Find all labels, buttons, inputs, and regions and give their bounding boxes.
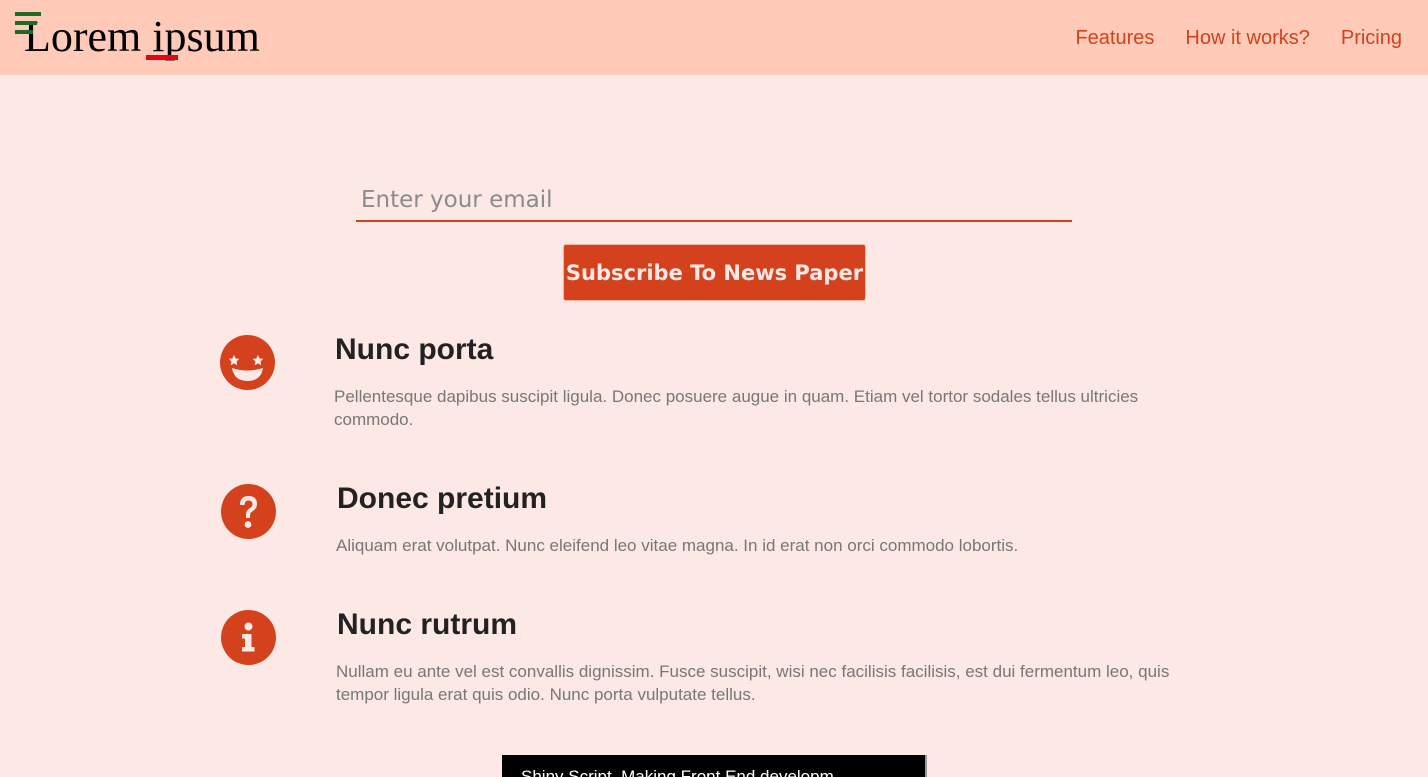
nav-link-features[interactable]: Features (1075, 26, 1154, 50)
site-header: Lorem ipsum Features How it works? Prici… (0, 0, 1428, 75)
site-logo[interactable]: Lorem ipsum (24, 13, 260, 61)
question-circle-icon (221, 484, 276, 539)
embedded-video-player[interactable]: Shiny Script, Making Front End developm (502, 755, 927, 777)
grin-stars-icon (220, 335, 275, 390)
feature-text: Pellentesque dapibus suscipit ligula. Do… (334, 387, 1139, 429)
email-input[interactable] (356, 180, 1072, 222)
nav-link-how-it-works[interactable]: How it works? (1185, 26, 1309, 50)
feature-text: Nullam eu ante vel est convallis digniss… (336, 662, 1170, 704)
nav-link-pricing[interactable]: Pricing (1341, 26, 1402, 50)
logo-underline-accent (146, 55, 178, 60)
feature-title: Nunc rutrum (337, 608, 517, 641)
feature-title: Donec pretium (337, 482, 548, 515)
feature-text: Aliquam erat volutpat. Nunc eleifend leo… (336, 536, 1019, 555)
video-title[interactable]: Shiny Script, Making Front End developm (521, 767, 834, 777)
main-nav: Features How it works? Pricing (1075, 26, 1402, 50)
info-circle-icon (221, 610, 276, 665)
hamburger-menu-icon[interactable] (15, 12, 41, 34)
subscribe-button[interactable]: Subscribe To News Paper (563, 244, 866, 301)
feature-title: Nunc porta (335, 333, 494, 366)
